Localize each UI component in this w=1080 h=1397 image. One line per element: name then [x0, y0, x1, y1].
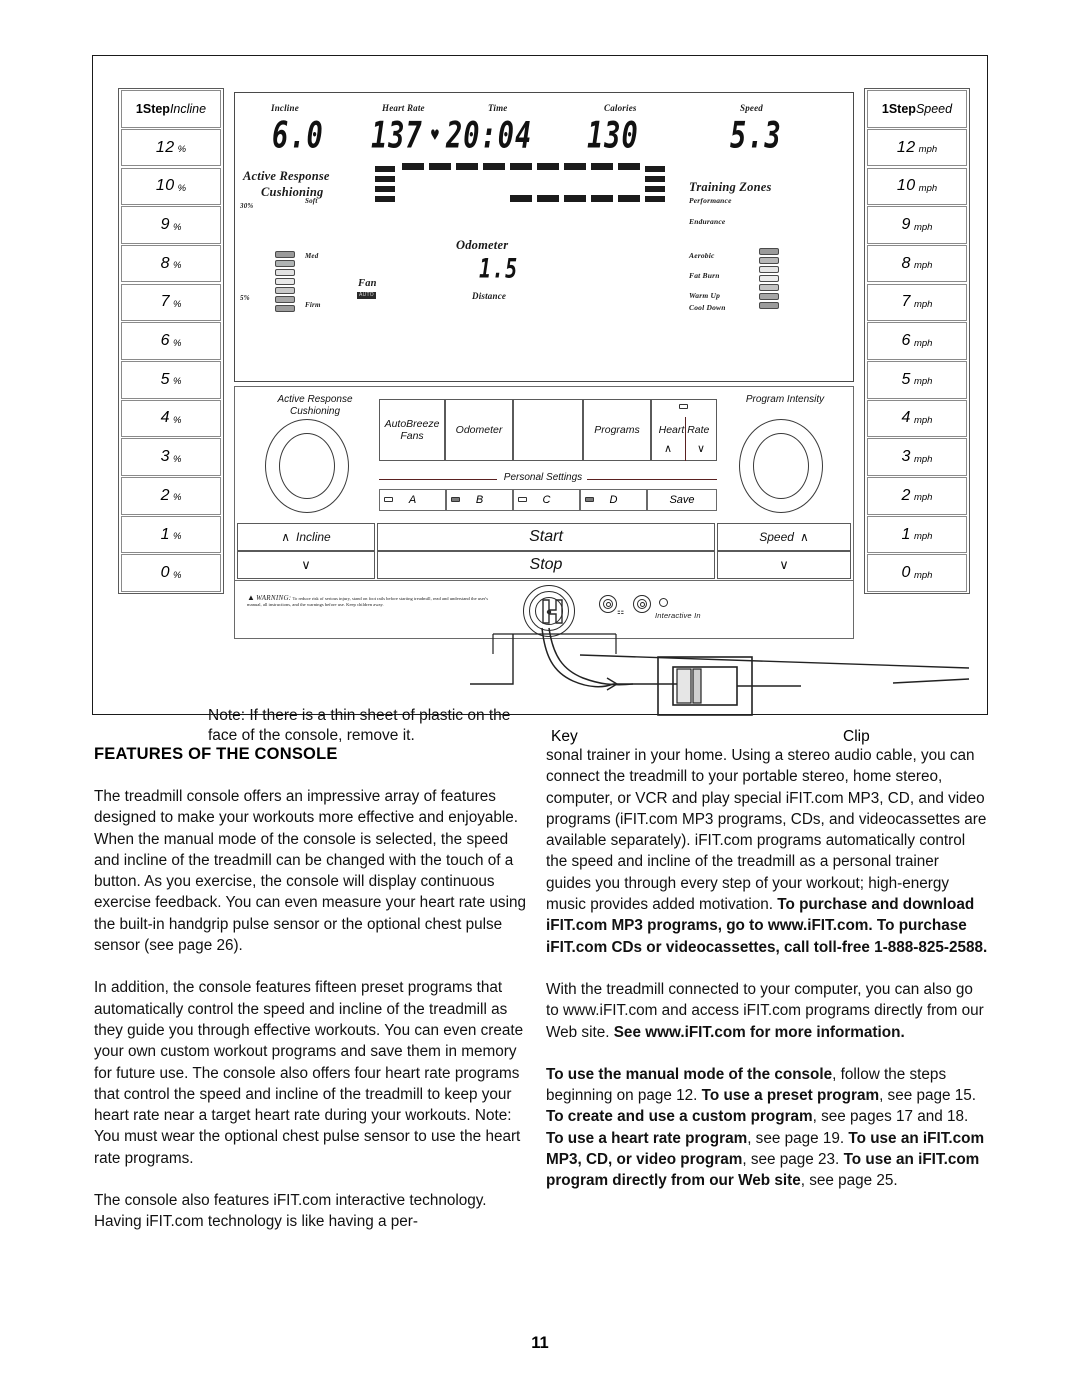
clip-callout-label: Clip: [843, 728, 870, 745]
page-number: 11: [531, 1334, 549, 1352]
callout-graphics: [470, 627, 970, 716]
right-paragraph-3-run-7: , see page 19.: [747, 1129, 849, 1147]
right-paragraph-3-run-5: , see pages 17 and 18.: [812, 1108, 969, 1126]
right-paragraph-2: With the treadmill connected to your com…: [546, 979, 988, 1043]
right-paragraph-3-run-9: , see page 23.: [742, 1151, 844, 1169]
right-paragraph-3-run-6: To use a heart rate program: [546, 1129, 748, 1147]
right-paragraph-3-run-0: To use the manual mode of the console: [546, 1065, 833, 1083]
left-paragraph-2: In addition, the console features fiftee…: [94, 979, 524, 1167]
console-figure: 1Step Incline 12% 10% 9% 8% 7% 6% 5% 4% 3…: [92, 55, 988, 745]
plastic-sheet-note: Note: If there is a thin sheet of plasti…: [208, 707, 511, 744]
right-paragraph-3-run-2: To use a preset program: [701, 1087, 880, 1105]
right-paragraph-3-run-11: , see page 25.: [800, 1172, 898, 1190]
right-text-column: sonal trainer in your home. Using a ster…: [546, 745, 988, 1213]
right-paragraph-2-bold: See www.iFIT.com for more information.: [613, 1023, 905, 1041]
key-callout-label: Key: [551, 728, 578, 745]
left-text-column: FEATURES OF THE CONSOLE The treadmill co…: [94, 745, 534, 1254]
right-paragraph-1: sonal trainer in your home. Using a ster…: [546, 745, 988, 958]
section-heading: FEATURES OF THE CONSOLE: [94, 745, 338, 763]
left-paragraph-3: The console also features iFIT.com inter…: [94, 1192, 487, 1231]
right-paragraph-3: To use the manual mode of the console, f…: [546, 1064, 988, 1192]
right-paragraph-3-run-4: To create and use a custom program: [546, 1108, 813, 1126]
right-paragraph-1-plain: sonal trainer in your home. Using a ster…: [546, 747, 987, 914]
right-paragraph-3-run-3: , see page 15.: [879, 1087, 977, 1105]
left-paragraph-1: The treadmill console offers an impressi…: [94, 788, 526, 955]
